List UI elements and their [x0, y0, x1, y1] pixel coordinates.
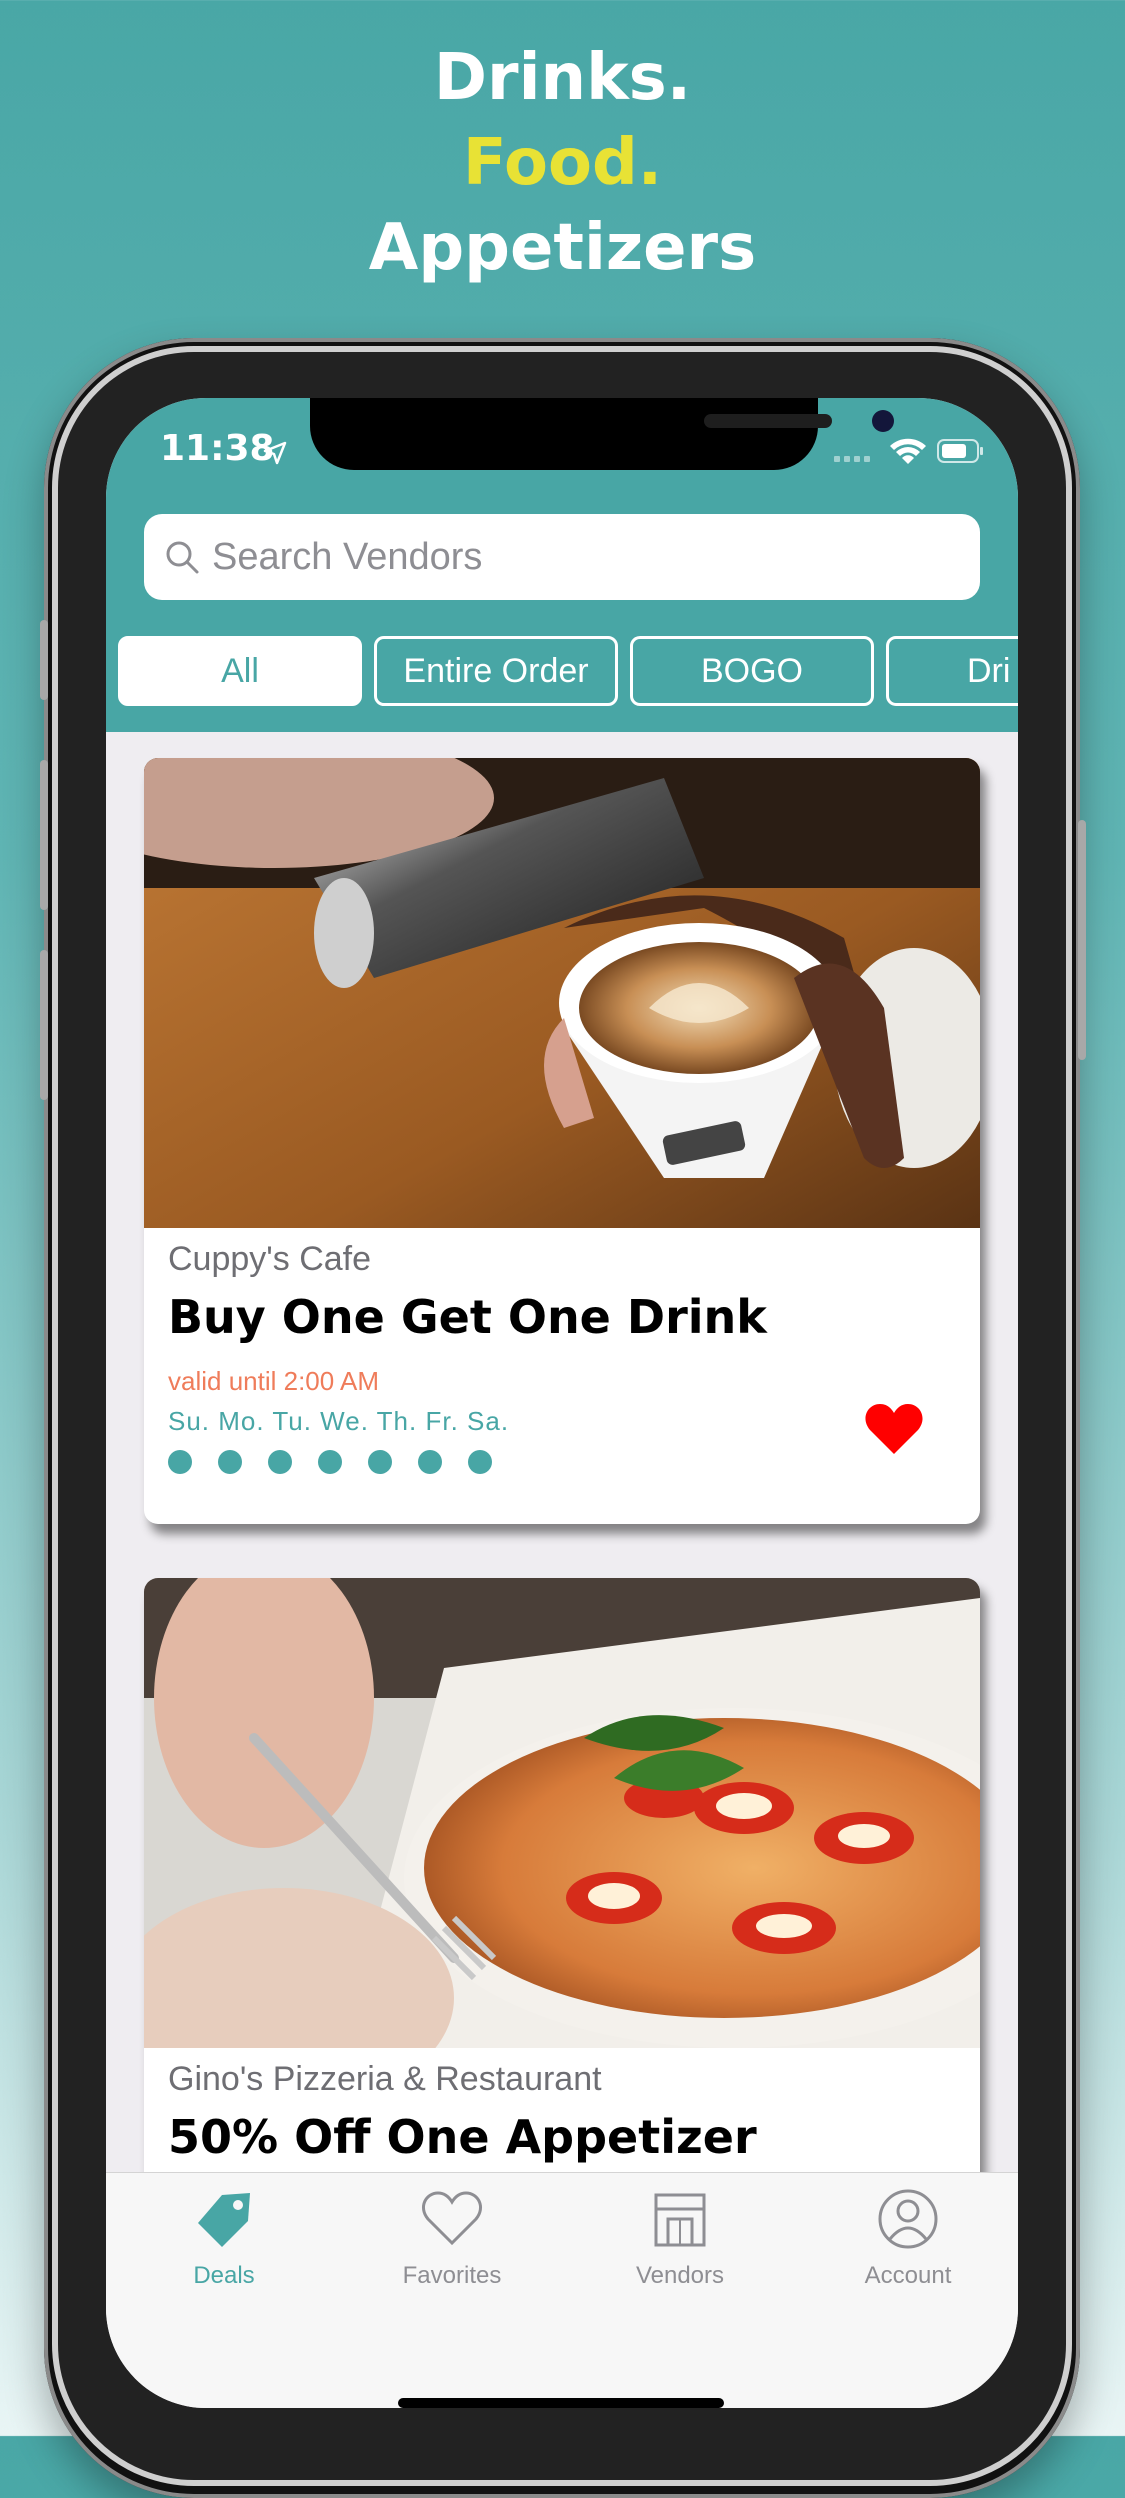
- deal-valid-until: valid until 2:00 AM: [168, 1366, 380, 1396]
- day-dot: [268, 1450, 292, 1474]
- search-input[interactable]: Search Vendors: [212, 536, 482, 579]
- tab-deals-label: Deals: [193, 2262, 255, 2289]
- day-dot: [468, 1450, 492, 1474]
- deal-title: Buy One Get One Drink: [168, 1290, 767, 1344]
- promo-headline-drinks: Drinks.: [433, 41, 692, 115]
- person-circle-icon: [878, 2189, 938, 2249]
- deal-days: Su. Mo. Tu. We. Th. Fr. Sa.: [168, 1406, 510, 1436]
- home-indicator[interactable]: [398, 2398, 724, 2408]
- volume-down-button: [40, 950, 48, 1100]
- promo-headline-food: Food.: [462, 126, 663, 200]
- wifi-icon: [890, 438, 926, 464]
- tag-icon: [198, 2193, 250, 2247]
- tab-deals[interactable]: Deals: [124, 2187, 324, 2290]
- deal-vendor-name: Gino's Pizzeria & Restaurant: [168, 2060, 602, 2098]
- status-icons: [834, 438, 983, 464]
- deal-title: 50% Off One Appetizer: [168, 2110, 757, 2164]
- deal-image-coffee: [144, 758, 980, 1228]
- device-notch: [310, 398, 894, 470]
- location-arrow-icon: [263, 441, 287, 465]
- day-dot: [318, 1450, 342, 1474]
- filter-chip-drinks[interactable]: Dri: [886, 636, 1018, 706]
- day-dot: [368, 1450, 392, 1474]
- tab-favorites[interactable]: Favorites: [352, 2187, 552, 2290]
- tab-vendors[interactable]: Vendors: [580, 2187, 780, 2290]
- tab-account-label: Account: [864, 2262, 952, 2289]
- search-bar[interactable]: Search Vendors: [144, 514, 980, 600]
- favorite-heart-icon[interactable]: [864, 1402, 924, 1456]
- filter-chip-all[interactable]: All: [118, 636, 362, 706]
- promo-headline-appetizers: Appetizers: [368, 211, 757, 285]
- mute-switch: [40, 620, 48, 700]
- filter-chip-drinks-label: Dri: [967, 651, 1011, 690]
- deal-day-indicators: [168, 1450, 492, 1474]
- filter-chip-bogo[interactable]: BOGO: [630, 636, 874, 706]
- cellular-signal-icon: [834, 456, 870, 462]
- day-dot: [218, 1450, 242, 1474]
- heart-outline-icon: [422, 2191, 482, 2246]
- storefront-icon: [654, 2193, 706, 2247]
- deal-image-pizza: [144, 1578, 980, 2048]
- tab-vendors-label: Vendors: [635, 2262, 725, 2289]
- tab-bar: Deals Favorites Vendors Account: [106, 2172, 1018, 2408]
- deal-vendor-name: Cuppy's Cafe: [168, 1240, 372, 1278]
- day-dot: [168, 1450, 192, 1474]
- volume-up-button: [40, 760, 48, 910]
- front-camera: [872, 410, 894, 432]
- tab-account[interactable]: Account: [808, 2187, 1008, 2290]
- power-button: [1078, 820, 1086, 1060]
- filter-chips: All Entire Order BOGO Dri: [106, 636, 1018, 710]
- search-icon: [166, 541, 199, 574]
- phone-screen: 11:38 Search Vendors All Entire Order BO…: [106, 398, 1018, 2408]
- deal-card[interactable]: Cuppy's Cafe Buy One Get One Drink valid…: [144, 758, 980, 1524]
- status-time: 11:38: [160, 428, 275, 469]
- speaker-grille: [704, 414, 832, 428]
- filter-chip-entire-order[interactable]: Entire Order: [374, 636, 618, 706]
- battery-icon: [937, 439, 983, 463]
- day-dot: [418, 1450, 442, 1474]
- tab-favorites-label: Favorites: [402, 2262, 502, 2289]
